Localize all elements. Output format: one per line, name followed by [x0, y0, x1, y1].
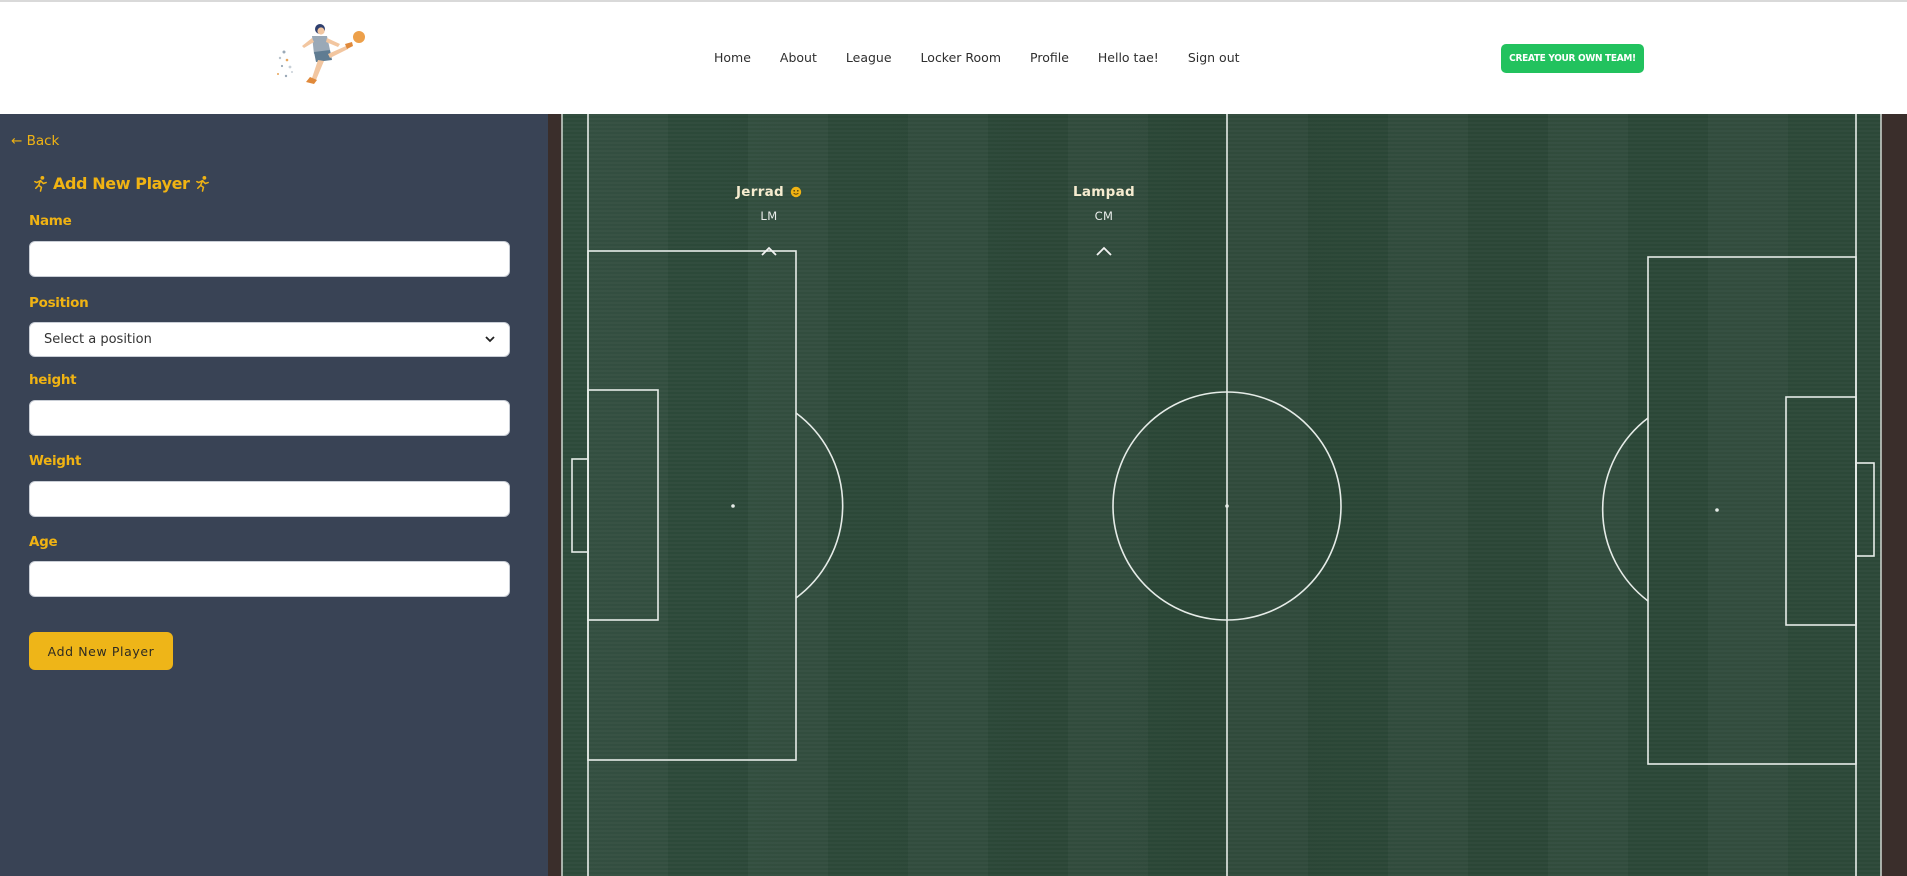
- player-name: Lampad: [1073, 184, 1135, 200]
- position-label: Position: [29, 295, 89, 311]
- form-title: Add New Player: [32, 174, 211, 193]
- nav-greeting[interactable]: Hello tae!: [1098, 50, 1159, 65]
- age-input[interactable]: [29, 561, 510, 597]
- nav-locker-room[interactable]: Locker Room: [921, 50, 1001, 65]
- height-label: height: [29, 372, 77, 388]
- add-player-button[interactable]: Add New Player: [29, 632, 173, 670]
- age-label: Age: [29, 534, 58, 550]
- player-position: LM: [760, 209, 778, 223]
- position-selected-value: Select a position: [44, 332, 152, 347]
- runner-icon: [195, 175, 209, 192]
- player-name: Jerrad: [736, 184, 802, 200]
- football-pitch: Jerrad LM Lampad CM: [548, 114, 1907, 876]
- footballer-logo[interactable]: [272, 20, 370, 96]
- chevron-up-icon[interactable]: [760, 245, 778, 257]
- position-select[interactable]: Select a position: [29, 322, 510, 357]
- chevron-up-icon[interactable]: [1095, 245, 1113, 257]
- nav-profile[interactable]: Profile: [1030, 50, 1069, 65]
- nav-links: Home About League Locker Room Profile He…: [714, 50, 1240, 65]
- player-card[interactable]: Lampad CM: [1024, 184, 1184, 257]
- name-label: Name: [29, 213, 72, 229]
- navbar: Home About League Locker Room Profile He…: [0, 2, 1907, 114]
- player-card[interactable]: Jerrad LM: [689, 184, 849, 257]
- weight-label: Weight: [29, 453, 82, 469]
- chevron-down-icon: [485, 336, 495, 343]
- player-name-text: Jerrad: [735, 184, 785, 200]
- back-link[interactable]: ← Back: [11, 133, 59, 149]
- runner-icon: [34, 175, 47, 192]
- player-name-text: Lampad: [1072, 184, 1136, 200]
- weight-input[interactable]: [29, 481, 510, 517]
- smiley-icon: [790, 186, 802, 198]
- nav-sign-out[interactable]: Sign out: [1188, 50, 1240, 65]
- nav-league[interactable]: League: [846, 50, 892, 65]
- add-player-sidebar: ← Back Add New Player Name Position Sele…: [0, 114, 548, 876]
- form-title-text: Add New Player: [53, 174, 190, 193]
- nav-about[interactable]: About: [780, 50, 817, 65]
- create-team-button[interactable]: CREATE YOUR OWN TEAM!: [1501, 44, 1644, 73]
- nav-home[interactable]: Home: [714, 50, 751, 65]
- player-position: CM: [1094, 209, 1114, 223]
- name-input[interactable]: [29, 241, 510, 277]
- height-input[interactable]: [29, 400, 510, 436]
